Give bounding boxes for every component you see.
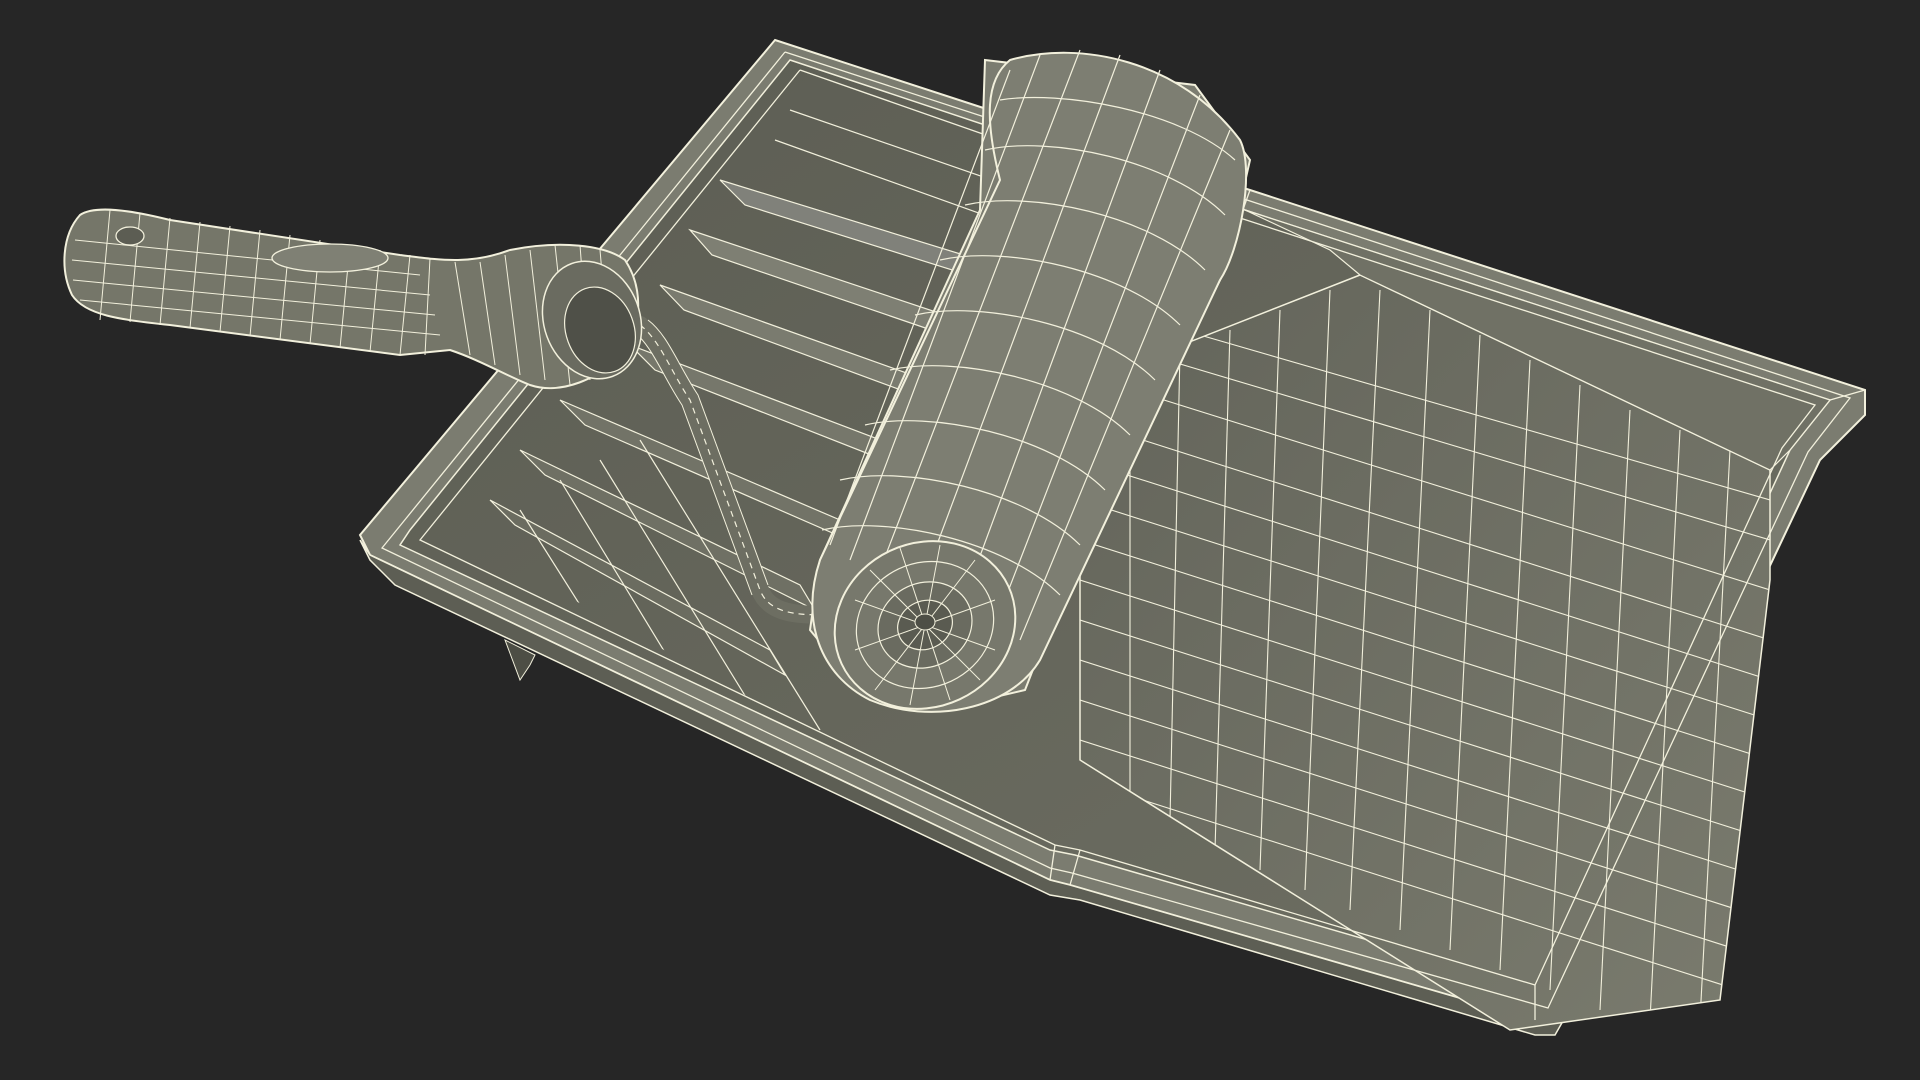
roller-axle bbox=[914, 613, 936, 631]
roller-handle bbox=[63, 208, 643, 390]
handle-grip-pad bbox=[271, 243, 389, 273]
handle-hang-hole bbox=[115, 226, 145, 246]
wireframe-render bbox=[63, 38, 1866, 1036]
render-viewport bbox=[0, 0, 1920, 1080]
